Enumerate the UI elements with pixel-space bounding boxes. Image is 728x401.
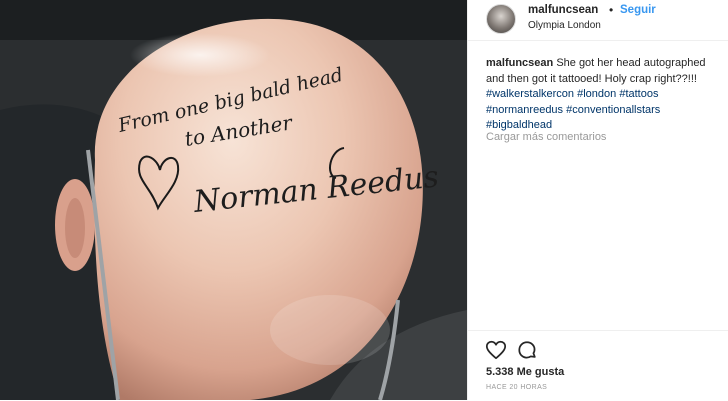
- post-timestamp[interactable]: HACE 20 HORAS: [486, 384, 547, 391]
- heart-icon[interactable]: [485, 339, 507, 361]
- comment-bubble-icon[interactable]: [516, 339, 538, 361]
- hashtag-link[interactable]: #conventionallstars: [566, 104, 660, 116]
- post-photo[interactable]: From one big bald head to Another Norman…: [0, 0, 467, 400]
- follow-button[interactable]: Seguir: [620, 4, 656, 16]
- separator-dot: •: [609, 3, 614, 17]
- post-location[interactable]: Olympia London: [528, 20, 601, 31]
- hashtag-link[interactable]: #tattoos: [619, 88, 658, 100]
- avatar[interactable]: [486, 4, 516, 34]
- caption-username[interactable]: malfuncsean: [486, 57, 553, 69]
- like-count[interactable]: 5.338 Me gusta: [486, 366, 564, 378]
- hashtag-link[interactable]: #bigbaldhead: [486, 119, 552, 131]
- load-more-comments-button[interactable]: Cargar más comentarios: [486, 131, 606, 143]
- post-sidebar: malfuncsean • Seguir Olympia London malf…: [467, 0, 728, 400]
- post-header: malfuncsean • Seguir Olympia London: [468, 0, 728, 41]
- post-caption: malfuncsean She got her head autographed…: [486, 56, 718, 134]
- post-actions: 5.338 Me gusta HACE 20 HORAS: [468, 330, 728, 401]
- hashtag-link[interactable]: #london: [577, 88, 616, 100]
- hashtag-link[interactable]: #walkerstalkercon: [486, 88, 574, 100]
- hashtag-link[interactable]: #normanreedus: [486, 104, 563, 116]
- bald-head-photo: From one big bald head to Another Norman…: [0, 0, 467, 400]
- post-username[interactable]: malfuncsean: [528, 4, 598, 16]
